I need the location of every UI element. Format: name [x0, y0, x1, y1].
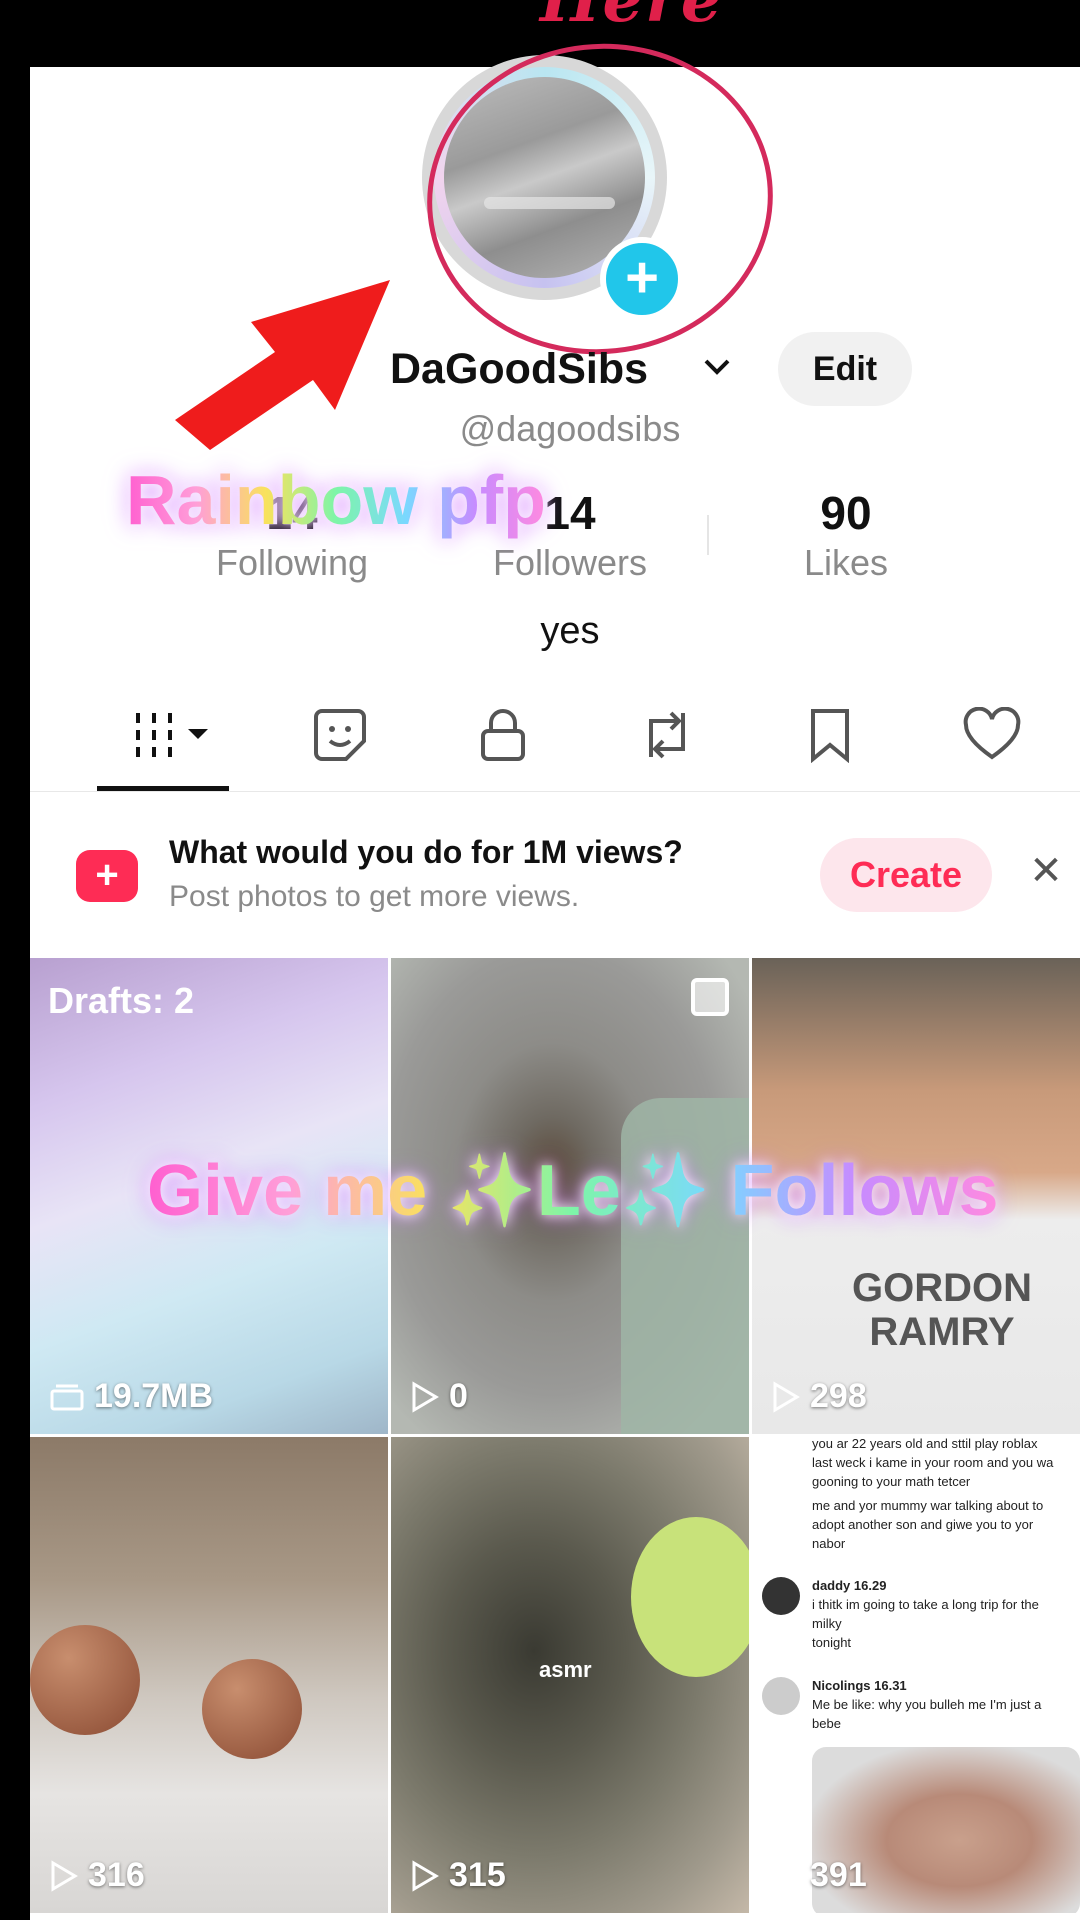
create-button[interactable]: Create [820, 838, 992, 912]
lock-icon [481, 709, 525, 761]
play-icon [773, 1859, 800, 1892]
profile-bio: yes [540, 610, 600, 652]
heart-icon [963, 707, 1021, 760]
grid-icon [136, 713, 208, 757]
drafts-label: Drafts: 2 [48, 980, 195, 1021]
avatar [762, 1577, 800, 1615]
drafts-size: 19.7MB [50, 1377, 213, 1416]
multi-photo-icon [691, 978, 729, 1016]
profile-tabs [30, 690, 1080, 790]
annotation-here-text: Here [540, 0, 724, 37]
tab-private[interactable] [463, 700, 543, 770]
tabs-divider [30, 791, 1080, 792]
video-tile-balls[interactable]: 316 [30, 1437, 388, 1913]
chat-line: milky [812, 1616, 842, 1631]
chat-line: tonight [812, 1635, 852, 1650]
shirt-text: GORDON RAMRY [852, 1266, 1032, 1354]
play-icon [412, 1380, 439, 1413]
view-count: 298 [772, 1377, 867, 1416]
banner-title: What would you do for 1M views? [169, 834, 683, 870]
chat-line: nabor [812, 1536, 846, 1551]
stat-likes-label: Likes [803, 542, 889, 583]
chat-line: Nicolings 16.31 [812, 1678, 907, 1693]
chat-line: me and yor mummy war talking about to [812, 1498, 1044, 1513]
annotation-follows-text: Give me ✨Le✨ Follows [147, 1148, 998, 1233]
annotation-rainbow-pfp-text: Rainbow pfp [126, 461, 546, 539]
stat-likes-count: 90 [820, 487, 872, 539]
tab-reposts[interactable] [627, 700, 707, 770]
chat-line: i thitk im going to take a long trip for… [812, 1597, 1039, 1612]
play-icon [773, 1380, 800, 1413]
chat-line: daddy 16.29 [812, 1578, 887, 1593]
chevron-down-icon[interactable] [700, 350, 734, 393]
video-tile-chat[interactable]: you ar 22 years old and sttil play robla… [752, 1437, 1080, 1913]
play-icon [51, 1859, 78, 1892]
view-count: 391 [772, 1856, 867, 1895]
repost-icon [649, 711, 685, 759]
avatar [762, 1677, 800, 1715]
folder-icon [50, 1384, 84, 1410]
profile-handle: @dagoodsibs [459, 408, 681, 449]
tab-sticker[interactable] [300, 700, 380, 770]
tab-videos[interactable] [120, 700, 230, 770]
video-tile-turtle[interactable]: asmr 315 [391, 1437, 749, 1913]
chat-line: last weck i kame in your room and you wa [812, 1455, 1054, 1470]
stat-following-label: Following [215, 542, 369, 583]
profile-username: DaGoodSibs [390, 345, 649, 393]
play-icon [412, 1859, 439, 1892]
edit-profile-button[interactable]: Edit [778, 332, 912, 406]
tab-liked[interactable] [952, 700, 1032, 770]
view-count: 315 [411, 1856, 506, 1895]
add-avatar-plus-icon[interactable]: + [600, 237, 684, 321]
close-icon[interactable]: ✕ [1026, 848, 1066, 894]
chat-line: adopt another son and giwe you to yor [812, 1517, 1034, 1532]
chat-line: gooning to your math tetcer [812, 1474, 971, 1489]
overlay-text: asmr [539, 1657, 592, 1682]
bookmark-icon [811, 709, 849, 763]
view-count: 0 [411, 1377, 468, 1416]
banner-subtitle: Post photos to get more views. [169, 880, 580, 913]
stat-followers-label: Followers [492, 542, 648, 583]
tab-favorites[interactable] [790, 700, 870, 770]
create-plus-icon: + [76, 850, 138, 902]
sticker-icon [314, 709, 366, 761]
chat-line: you ar 22 years old and sttil play robla… [812, 1437, 1038, 1451]
chat-line: Me be like: why you bulleh me I'm just a [812, 1697, 1042, 1712]
view-count: 316 [50, 1856, 145, 1895]
chat-line: bebe [812, 1716, 841, 1731]
stat-divider [707, 515, 709, 555]
